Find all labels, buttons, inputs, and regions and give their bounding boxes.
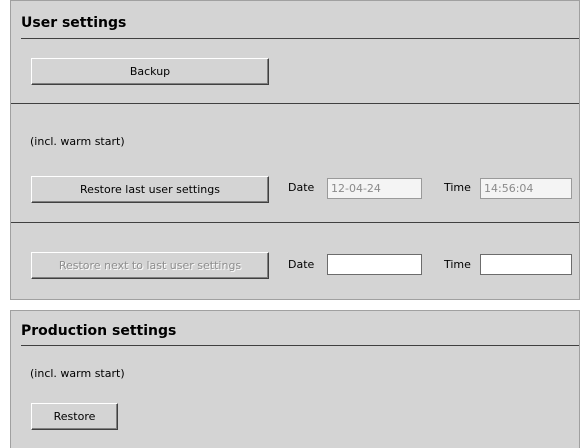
production-restore-button[interactable]: Restore — [31, 403, 118, 430]
production-settings-title: Production settings — [21, 323, 177, 339]
user-settings-title: User settings — [21, 15, 127, 31]
backup-button[interactable]: Backup — [31, 58, 269, 85]
section-divider — [11, 222, 579, 223]
title-divider — [21, 38, 579, 39]
restore-next-date-field[interactable] — [327, 254, 422, 275]
warm-start-note: (incl. warm start) — [30, 367, 125, 380]
restore-last-date-label: Date — [288, 181, 315, 194]
restore-last-time-field: 14:56:04 — [480, 178, 572, 199]
restore-next-to-last-user-settings-button[interactable]: Restore next to last user settings — [31, 252, 269, 279]
restore-last-time-label: Time — [444, 181, 471, 194]
restore-next-time-field[interactable] — [480, 254, 572, 275]
production-settings-panel: Production settings (incl. warm start) R… — [10, 310, 580, 448]
user-settings-panel: User settings Backup (incl. warm start) … — [10, 0, 580, 300]
restore-last-date-field: 12-04-24 — [327, 178, 422, 199]
warm-start-note: (incl. warm start) — [30, 135, 125, 148]
restore-last-user-settings-button[interactable]: Restore last user settings — [31, 176, 269, 203]
title-divider — [21, 345, 579, 346]
section-divider — [11, 103, 579, 104]
restore-next-date-label: Date — [288, 258, 315, 271]
restore-next-time-label: Time — [444, 258, 471, 271]
